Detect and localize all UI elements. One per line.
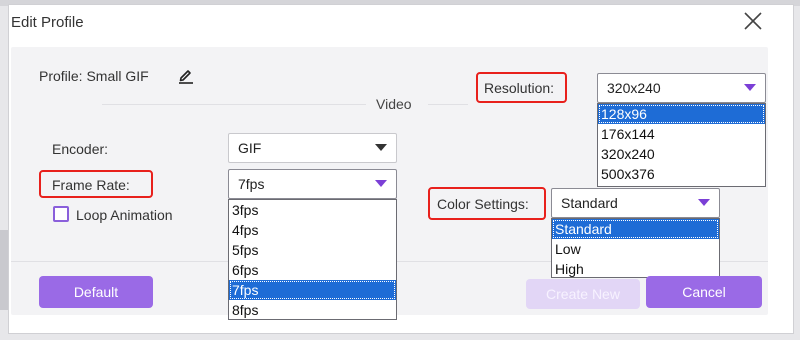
resolution-option[interactable]: 128x96: [598, 104, 765, 124]
frame-rate-option[interactable]: 8fps: [229, 300, 396, 320]
encoder-select[interactable]: GIF: [228, 133, 397, 163]
resolution-option[interactable]: 500x376: [598, 164, 765, 184]
section-divider: [428, 104, 468, 105]
encoder-value: GIF: [238, 140, 262, 156]
frame-rate-select[interactable]: 7fps: [228, 169, 397, 199]
color-settings-dropdown: Standard Low High: [551, 218, 720, 278]
cancel-button[interactable]: Cancel: [646, 276, 762, 308]
loop-animation-label: Loop Animation: [76, 207, 173, 223]
resolution-option[interactable]: 176x144: [598, 124, 765, 144]
resolution-dropdown: 128x96 176x144 320x240 500x376: [597, 103, 766, 187]
profile-row: Profile: Small GIF: [39, 68, 149, 84]
chevron-down-icon: [744, 84, 756, 91]
create-new-button[interactable]: Create New: [526, 279, 640, 309]
resolution-option[interactable]: 320x240: [598, 144, 765, 164]
profile-value: Small GIF: [86, 68, 149, 84]
resolution-label: Resolution:: [484, 80, 555, 96]
frame-rate-option[interactable]: 7fps: [229, 280, 396, 300]
frame-rate-option[interactable]: 4fps: [229, 220, 396, 240]
frame-rate-option[interactable]: 3fps: [229, 200, 396, 220]
pencil-icon: [179, 70, 193, 84]
frame-rate-label: Frame Rate:: [52, 177, 130, 193]
chevron-down-icon: [375, 180, 387, 187]
section-title-video: Video: [376, 96, 412, 112]
resolution-select[interactable]: 320x240: [597, 73, 766, 103]
chevron-down-icon: [375, 144, 387, 151]
default-button[interactable]: Default: [39, 276, 153, 308]
frame-rate-value: 7fps: [238, 176, 265, 192]
close-button[interactable]: [742, 10, 764, 32]
close-icon: [744, 12, 762, 30]
color-settings-value: Standard: [561, 195, 618, 211]
color-settings-option[interactable]: Low: [552, 239, 719, 259]
loop-animation-checkbox[interactable]: [53, 206, 69, 222]
encoder-label: Encoder:: [52, 141, 109, 157]
color-settings-select[interactable]: Standard: [551, 188, 720, 218]
frame-rate-option[interactable]: 5fps: [229, 240, 396, 260]
profile-edit-button[interactable]: [178, 66, 194, 84]
dialog-title: Edit Profile: [11, 14, 84, 31]
section-divider: [102, 104, 366, 105]
chevron-down-icon: [698, 199, 710, 206]
profile-label: Profile:: [39, 68, 83, 84]
color-settings-option[interactable]: Standard: [552, 219, 719, 239]
frame-rate-dropdown: 3fps 4fps 5fps 6fps 7fps 8fps: [228, 199, 397, 320]
resolution-value: 320x240: [607, 80, 661, 96]
frame-rate-option[interactable]: 6fps: [229, 260, 396, 280]
color-settings-label: Color Settings:: [437, 196, 529, 212]
